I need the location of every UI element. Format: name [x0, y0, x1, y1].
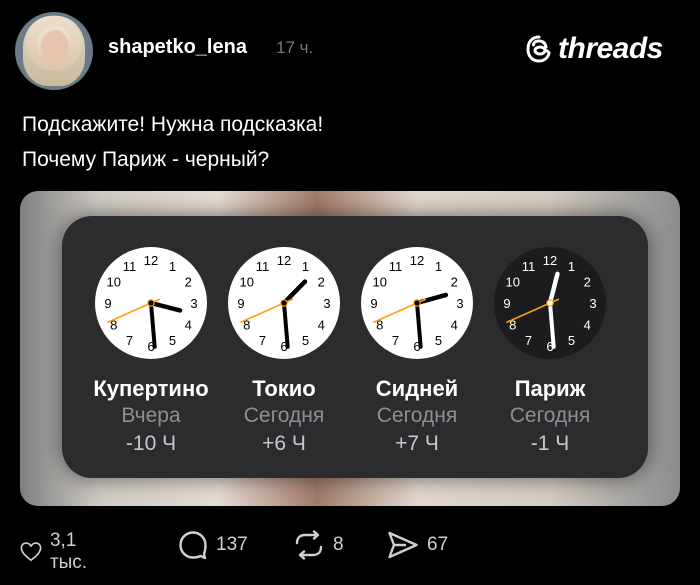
- clock-numeral: 9: [104, 296, 111, 311]
- comment-button[interactable]: 137: [178, 530, 248, 560]
- day-label: Вчера: [121, 404, 181, 427]
- clock-numeral: 11: [522, 259, 536, 274]
- clock-numeral: 9: [503, 296, 510, 311]
- post-time: 17 ч.: [276, 38, 314, 57]
- clock-numeral: 1: [568, 259, 575, 274]
- repost-count: 8: [333, 534, 344, 555]
- city-label: Токио: [252, 376, 316, 401]
- username[interactable]: shapetko_lena: [108, 36, 247, 59]
- post-text-line1: Подскажите! Нужна подсказка!: [22, 113, 324, 136]
- offset-label: -1 Ч: [530, 432, 570, 455]
- clock-numeral: 12: [410, 253, 424, 268]
- clock-numeral: 11: [123, 259, 137, 274]
- clock-numeral: 12: [277, 253, 291, 268]
- offset-label: +7 Ч: [395, 432, 439, 455]
- avatar[interactable]: [15, 12, 93, 90]
- day-label: Сегодня: [376, 404, 458, 427]
- like-count: 3,1 тыс.: [49, 530, 88, 573]
- clock-numeral: 3: [323, 296, 330, 311]
- threads-icon: [526, 35, 551, 63]
- clock-numeral: 10: [373, 275, 387, 290]
- clock-numeral: 7: [392, 333, 399, 348]
- clock-numeral: 10: [506, 275, 520, 290]
- clock-numeral: 3: [456, 296, 463, 311]
- offset-label: +6 Ч: [262, 432, 306, 455]
- day-label: Сегодня: [509, 404, 591, 427]
- clock-numeral: 12: [144, 253, 158, 268]
- clock-numeral: 9: [237, 296, 244, 311]
- clock-numeral: 2: [584, 275, 591, 290]
- comment-count: 137: [216, 534, 248, 555]
- clock-center-pin: [413, 299, 421, 307]
- city-label: Париж: [514, 376, 586, 401]
- world-clock-widget: 12 1 2 3 4 5 6 7 8 9 10 11 12 1 2 3 4 5 6 7 8 9 10 11 12 1 2 3 4 5 6…: [62, 216, 648, 478]
- clock-face-paris: 12 1 2 3 4 5 6 7 8 9 10 11: [492, 245, 608, 361]
- clock-numeral: 1: [435, 259, 442, 274]
- threads-wordmark: threads: [558, 32, 663, 65]
- clock-face-sydney: 12 1 2 3 4 5 6 7 8 9 10 11: [359, 245, 475, 361]
- comment-icon: [179, 531, 207, 560]
- clock-numeral: 5: [169, 333, 176, 348]
- clock-numeral: 2: [318, 275, 325, 290]
- clock-face-tokyo: 12 1 2 3 4 5 6 7 8 9 10 11: [226, 245, 342, 361]
- clock-center-pin: [546, 299, 554, 307]
- clock-numeral: 11: [389, 259, 403, 274]
- share-button[interactable]: 67: [387, 530, 448, 560]
- clock-numeral: 4: [584, 318, 591, 333]
- clock-numeral: 2: [451, 275, 458, 290]
- clock-numeral: 7: [126, 333, 133, 348]
- repost-button[interactable]: 8: [293, 530, 344, 560]
- offset-label: -10 Ч: [125, 432, 177, 455]
- share-icon: [388, 531, 418, 559]
- clock-center-pin: [280, 299, 288, 307]
- clock-numeral: 10: [107, 275, 121, 290]
- heart-icon: [20, 542, 42, 562]
- clock-numeral: 5: [435, 333, 442, 348]
- clock-center-pin: [147, 299, 155, 307]
- clock-numeral: 11: [256, 259, 270, 274]
- clock-numeral: 3: [589, 296, 596, 311]
- clock-numeral: 1: [169, 259, 176, 274]
- avatar-face: [41, 30, 69, 64]
- threads-logo[interactable]: threads: [524, 32, 663, 66]
- clock-numeral: 4: [318, 318, 325, 333]
- city-label: Сидней: [375, 376, 459, 401]
- clock-numeral: 5: [302, 333, 309, 348]
- clock-numeral: 7: [525, 333, 532, 348]
- clock-numeral: 4: [185, 318, 192, 333]
- share-count: 67: [427, 534, 449, 555]
- repost-icon: [295, 530, 323, 560]
- clock-numeral: 7: [259, 333, 266, 348]
- clock-numeral: 2: [185, 275, 192, 290]
- clock-numeral: 1: [302, 259, 309, 274]
- clock-numeral: 9: [370, 296, 377, 311]
- clock-face-cupertino: 12 1 2 3 4 5 6 7 8 9 10 11: [93, 245, 209, 361]
- clock-numeral: 5: [568, 333, 575, 348]
- post-image[interactable]: 12 1 2 3 4 5 6 7 8 9 10 11 12 1 2 3 4 5 6 7 8 9 10 11 12 1 2 3 4 5 6…: [20, 191, 680, 506]
- day-label: Сегодня: [243, 404, 325, 427]
- clock-numeral: 4: [451, 318, 458, 333]
- like-button[interactable]: 3,1 тыс.: [20, 530, 97, 574]
- clock-numeral: 10: [240, 275, 254, 290]
- city-label: Купертино: [93, 376, 209, 401]
- clock-numeral: 3: [190, 296, 197, 311]
- clock-numeral: 12: [543, 253, 557, 268]
- post-text-line2: Почему Париж - черный?: [22, 148, 270, 171]
